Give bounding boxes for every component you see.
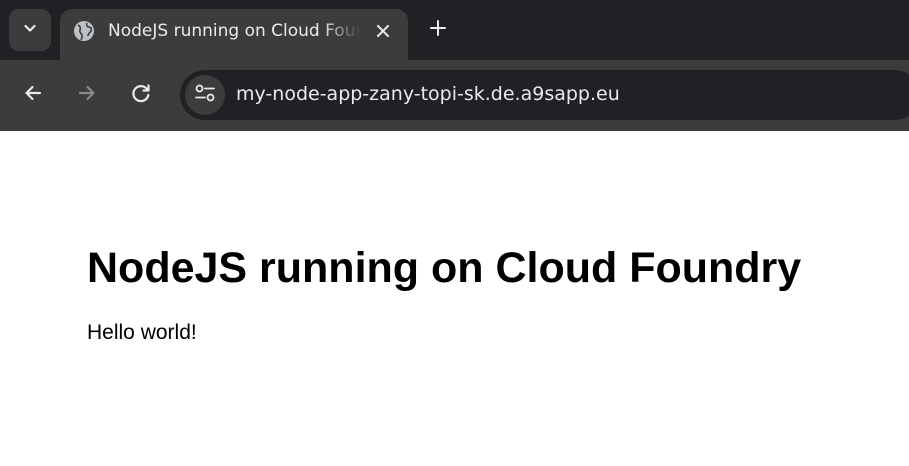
browser-tab-active[interactable]: NodeJS running on Cloud Foundry (60, 9, 408, 60)
address-bar[interactable]: my-node-app-zany-topi-sk.de.a9sapp.eu (180, 70, 909, 120)
reload-button[interactable] (125, 79, 157, 111)
reload-icon (130, 82, 152, 109)
close-icon[interactable] (372, 20, 394, 42)
page-content: NodeJS running on Cloud Foundry Hello wo… (0, 131, 909, 466)
back-button[interactable] (17, 79, 49, 111)
new-tab-button[interactable] (423, 15, 453, 45)
arrow-right-icon (77, 83, 97, 108)
arrow-left-icon (23, 83, 43, 108)
tab-strip: NodeJS running on Cloud Foundry (0, 0, 909, 60)
chevron-down-icon (22, 20, 38, 41)
site-info-button[interactable] (185, 75, 225, 115)
globe-icon (73, 20, 95, 42)
forward-button[interactable] (71, 79, 103, 111)
page-heading: NodeJS running on Cloud Foundry (87, 244, 802, 292)
page-text: Hello world! (87, 321, 197, 344)
tune-icon (194, 82, 216, 109)
url-text[interactable]: my-node-app-zany-topi-sk.de.a9sapp.eu (236, 83, 620, 105)
tab-title: NodeJS running on Cloud Foundry (108, 21, 360, 41)
browser-toolbar: my-node-app-zany-topi-sk.de.a9sapp.eu (0, 60, 909, 131)
tab-search-button[interactable] (9, 9, 51, 51)
plus-icon (429, 19, 447, 42)
